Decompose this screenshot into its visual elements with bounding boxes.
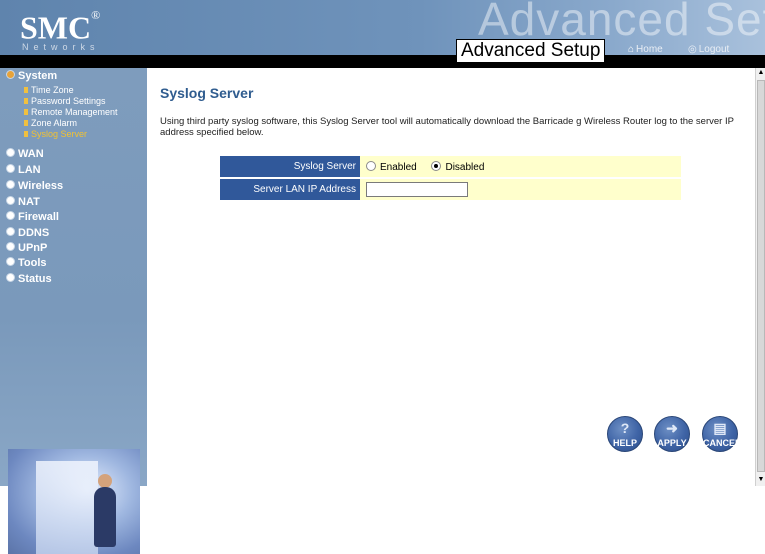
router-admin-window: Advanced Setup SMC® Networks Advanced Se… xyxy=(0,0,765,554)
trash-icon: ▤ xyxy=(713,420,727,436)
question-icon: ? xyxy=(620,420,630,436)
submenu-bullet-icon xyxy=(24,109,28,115)
sidebar-item-label: Tools xyxy=(18,257,47,269)
logout-link-label: Logout xyxy=(698,44,730,55)
logo-text: SMC xyxy=(20,9,92,46)
sidebar-item-wireless[interactable]: Wireless xyxy=(6,179,63,194)
disabled-radio[interactable] xyxy=(431,160,442,171)
server-ip-label: Server LAN IP Address xyxy=(220,178,360,202)
page-title: Syslog Server xyxy=(160,85,254,101)
submenu-item-label: Zone Alarm xyxy=(31,118,78,128)
submenu-item-password-settings[interactable]: Password Settings xyxy=(24,96,106,107)
person-graphic xyxy=(94,487,116,547)
main-content: Syslog Server Using third party syslog s… xyxy=(147,68,755,486)
bullet-icon xyxy=(6,211,15,220)
sidebar-item-label: System xyxy=(18,70,58,82)
bullet-icon xyxy=(6,148,15,157)
enabled-radio[interactable] xyxy=(366,160,376,171)
server-ip-cell xyxy=(360,178,681,202)
sidebar-item-status[interactable]: Status xyxy=(6,272,52,287)
page-description: Using third party syslog software, this … xyxy=(160,116,734,138)
sidebar-item-upnp[interactable]: UPnP xyxy=(6,241,47,256)
header: Advanced Setup SMC® Networks Advanced Se… xyxy=(0,0,765,68)
scroll-down-arrow-icon[interactable]: ▼ xyxy=(756,475,765,485)
sidebar-item-system[interactable]: System xyxy=(6,69,57,84)
registered-mark: ® xyxy=(91,8,101,22)
sidebar-item-label: LAN xyxy=(18,164,41,176)
server-ip-row: Server LAN IP Address xyxy=(220,178,681,202)
submenu-item-time-zone[interactable]: Time Zone xyxy=(24,85,74,96)
submenu-bullet-icon xyxy=(24,131,28,137)
apply-button-label: APPLY xyxy=(657,438,687,448)
sidebar: System Time Zone Password Settings Remot… xyxy=(0,68,147,554)
smc-logo: SMC® xyxy=(20,6,100,45)
scrollbar-thumb[interactable] xyxy=(757,80,765,472)
sidebar-item-firewall[interactable]: Firewall xyxy=(6,210,59,225)
logo-subtitle: Networks xyxy=(22,42,100,52)
sidebar-item-wan[interactable]: WAN xyxy=(6,147,44,162)
syslog-server-label: Syslog Server xyxy=(220,156,360,179)
sidebar-item-label: WAN xyxy=(18,148,44,160)
sidebar-item-label: Firewall xyxy=(18,211,59,223)
sidebar-item-ddns[interactable]: DDNS xyxy=(6,226,49,241)
sidebar-item-tools[interactable]: Tools xyxy=(6,256,47,271)
submenu-item-label: Password Settings xyxy=(31,96,106,106)
submenu-item-label: Syslog Server xyxy=(31,129,88,139)
submenu-bullet-icon xyxy=(24,120,28,126)
apply-icon: ➜ xyxy=(666,420,678,436)
sidebar-item-label: UPnP xyxy=(18,242,48,254)
sidebar-item-label: DDNS xyxy=(18,227,50,239)
bullet-icon xyxy=(6,273,15,282)
submenu-item-remote-management[interactable]: Remote Management xyxy=(24,107,118,118)
server-ip-input[interactable] xyxy=(366,182,468,197)
submenu-bullet-icon xyxy=(24,87,28,93)
bullet-icon xyxy=(6,196,15,205)
submenu-item-label: Remote Management xyxy=(31,107,118,117)
home-link[interactable]: ⌂ Home xyxy=(628,44,663,55)
cancel-button[interactable]: ▤ CANCEL xyxy=(702,416,741,452)
syslog-server-options: Enabled Disabled xyxy=(360,156,681,179)
logout-link[interactable]: ◎ Logout xyxy=(688,44,729,55)
bullet-icon xyxy=(6,164,15,173)
scroll-up-arrow-icon[interactable]: ▲ xyxy=(756,68,765,78)
submenu-item-label: Time Zone xyxy=(31,85,74,95)
top-nav: ⌂ Home ◎ Logout xyxy=(628,44,762,59)
page-section-title: Advanced Setup xyxy=(456,39,606,63)
home-icon: ⌂ xyxy=(628,44,635,55)
sidebar-item-nat[interactable]: NAT xyxy=(6,195,40,210)
enabled-radio-label: Enabled xyxy=(380,161,417,173)
submenu-item-syslog-server[interactable]: Syslog Server xyxy=(24,129,87,140)
help-button[interactable]: ? HELP xyxy=(607,416,643,452)
logout-icon: ◎ xyxy=(688,44,697,55)
cancel-button-label: CANCEL xyxy=(703,438,741,448)
bullet-icon xyxy=(6,242,15,251)
sidebar-decorative-photo xyxy=(8,449,140,554)
bullet-icon xyxy=(6,257,15,266)
submenu-bullet-icon xyxy=(24,98,28,104)
syslog-form: Syslog Server Enabled Disabled Server LA… xyxy=(220,156,681,202)
bullet-icon xyxy=(6,180,15,189)
apply-button[interactable]: ➜ APPLY xyxy=(654,416,690,452)
help-button-label: HELP xyxy=(612,438,637,448)
sidebar-item-lan[interactable]: LAN xyxy=(6,163,41,178)
sidebar-item-label: Status xyxy=(18,273,52,285)
home-link-label: Home xyxy=(636,44,663,55)
bullet-icon xyxy=(6,227,15,236)
doorway-graphic xyxy=(36,461,98,554)
vertical-scrollbar[interactable]: ▲ ▼ xyxy=(755,68,765,486)
bullet-icon xyxy=(6,70,15,79)
submenu-item-zone-alarm[interactable]: Zone Alarm xyxy=(24,118,77,129)
sidebar-item-label: NAT xyxy=(18,196,40,208)
disabled-radio-label: Disabled xyxy=(445,161,485,173)
sidebar-item-label: Wireless xyxy=(18,180,64,192)
syslog-server-row: Syslog Server Enabled Disabled xyxy=(220,156,681,179)
